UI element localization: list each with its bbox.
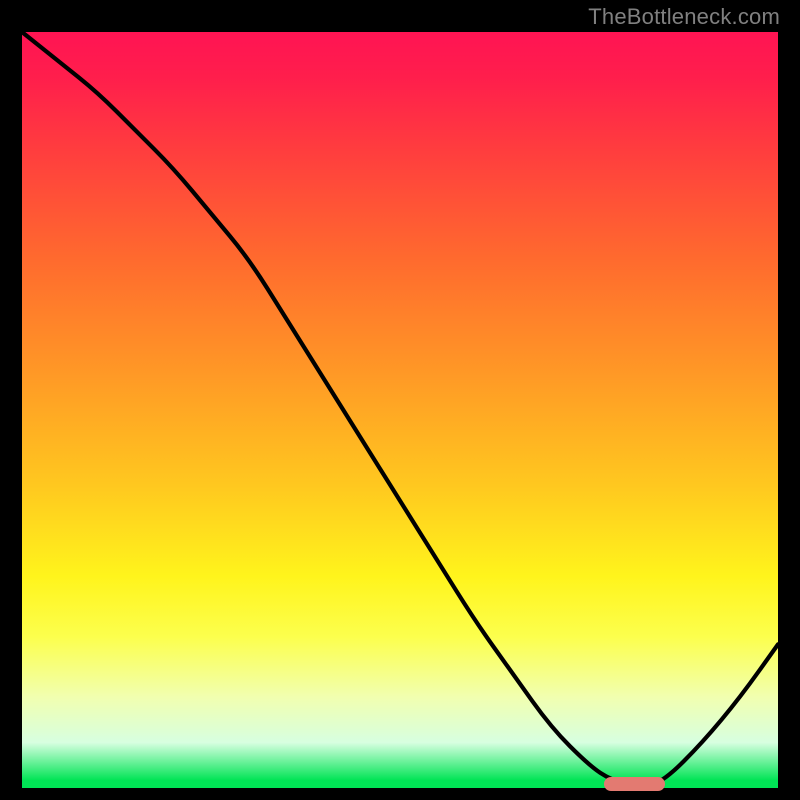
optimal-range-marker xyxy=(604,777,664,791)
bottleneck-curve-path xyxy=(22,32,778,786)
watermark-text: TheBottleneck.com xyxy=(588,4,780,30)
bottleneck-curve-svg xyxy=(22,32,778,788)
chart-plot-area xyxy=(18,28,782,792)
